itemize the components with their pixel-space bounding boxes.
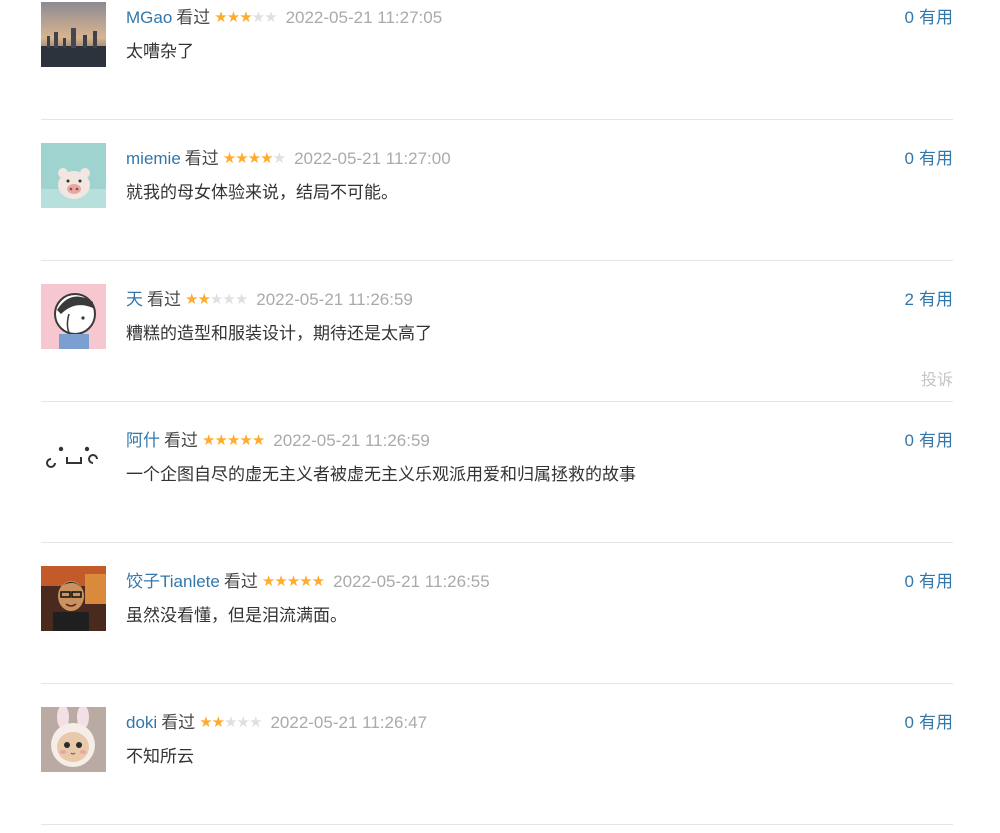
useful-button[interactable]: 有用 (919, 8, 953, 27)
vote-count: 0 (904, 431, 914, 450)
rating-stars: ★ ★ ★ ★ ★ (199, 711, 262, 735)
star-icon: ★ (236, 714, 250, 731)
vote-area: 0 有用 (905, 570, 953, 594)
username-link[interactable]: 天 (126, 288, 143, 312)
comment-list: MGao 看过 ★ ★ ★ ★ ★ 2022-05-21 11:27:05 0 有用 太嘈… (0, 0, 1000, 833)
star-icon: ★ (224, 714, 237, 731)
star-icon: ★ (214, 9, 227, 26)
avatar[interactable] (41, 425, 106, 490)
comment-text: 不知所云 (126, 747, 194, 766)
comment-meta: MGao 看过 ★ ★ ★ ★ ★ 2022-05-21 11:27:05 (126, 6, 442, 30)
username-link[interactable]: MGao (126, 6, 172, 30)
star-icon: ★ (202, 432, 215, 449)
comment-text: 糟糕的造型和服装设计，期待还是太高了 (126, 324, 432, 343)
avatar[interactable] (41, 707, 106, 772)
rating-stars: ★ ★ ★ ★ ★ (222, 147, 286, 171)
comment-time: 2022-05-21 11:26:55 (333, 572, 490, 591)
star-icon: ★ (247, 150, 261, 167)
vote-count: 2 (904, 290, 914, 309)
comment-text: 太嘈杂了 (126, 42, 194, 61)
watched-label: 看过 (164, 431, 198, 450)
star-icon: ★ (211, 714, 225, 731)
comment-meta: 饺子Tianlete 看过 ★ ★ ★ ★ ★ 2022-05-21 11:26:55 (126, 570, 490, 594)
comment-meta: doki 看过 ★ ★ ★ ★ ★ 2022-05-21 11:26:47 (126, 711, 427, 735)
star-icon: ★ (234, 291, 248, 308)
comment-item: 饺子Tianlete 看过 ★ ★ ★ ★ ★ 2022-05-21 11:26:55 … (41, 543, 953, 684)
star-icon: ★ (251, 9, 265, 26)
comment-time: 2022-05-21 11:27:00 (294, 149, 451, 168)
comment-time: 2022-05-21 11:26:59 (273, 431, 430, 450)
comment-text: 就我的母女体验来说，结局不可能。 (126, 183, 398, 202)
star-icon: ★ (251, 432, 265, 449)
comment-text: 一个企图自尽的虚无主义者被虚无主义乐观派用爱和归属拯救的故事 (126, 465, 636, 484)
comment-meta: miemie 看过 ★ ★ ★ ★ ★ 2022-05-21 11:27:00 (126, 147, 451, 171)
watched-label: 看过 (147, 290, 181, 309)
comment-meta: 天 看过 ★ ★ ★ ★ ★ 2022-05-21 11:26:59 (126, 288, 413, 312)
vote-area: 0 有用 (905, 429, 953, 453)
comment-item: miemie 看过 ★ ★ ★ ★ ★ 2022-05-21 11:27:00 0 有用 … (41, 120, 953, 261)
star-icon: ★ (226, 432, 240, 449)
watched-label: 看过 (223, 572, 258, 591)
star-icon: ★ (239, 9, 252, 26)
useful-button[interactable]: 有用 (919, 149, 953, 168)
useful-button[interactable]: 有用 (919, 290, 953, 309)
rating-stars: ★ ★ ★ ★ ★ (261, 570, 325, 594)
comment-meta: 阿什 看过 ★ ★ ★ ★ ★ 2022-05-21 11:26:59 (126, 429, 430, 453)
comment-item: 天 看过 ★ ★ ★ ★ ★ 2022-05-21 11:26:59 2 有用 糟糕的造型… (41, 261, 953, 402)
vote-area: 0 有用 (905, 147, 953, 171)
star-icon: ★ (299, 573, 312, 590)
vote-area: 2 有用 (905, 288, 953, 312)
avatar[interactable] (41, 284, 106, 349)
useful-button[interactable]: 有用 (919, 713, 953, 732)
star-icon: ★ (235, 150, 248, 167)
username-link[interactable]: 饺子Tianlete (126, 570, 220, 594)
useful-button[interactable]: 有用 (919, 572, 953, 591)
vote-count: 0 (904, 572, 914, 591)
star-icon: ★ (214, 432, 227, 449)
username-link[interactable]: doki (126, 711, 157, 735)
star-icon: ★ (272, 150, 286, 167)
star-icon: ★ (260, 150, 273, 167)
star-icon: ★ (226, 9, 240, 26)
report-link[interactable]: 投诉 (921, 370, 953, 392)
avatar[interactable] (41, 2, 106, 67)
star-icon: ★ (286, 573, 300, 590)
rating-stars: ★ ★ ★ ★ ★ (185, 288, 248, 312)
star-icon: ★ (197, 291, 210, 308)
vote-count: 0 (904, 149, 914, 168)
watched-label: 看过 (184, 149, 219, 168)
comment-item: MGao 看过 ★ ★ ★ ★ ★ 2022-05-21 11:27:05 0 有用 太嘈… (41, 0, 953, 120)
vote-count: 0 (904, 8, 914, 27)
star-icon: ★ (264, 9, 277, 26)
useful-button[interactable]: 有用 (919, 431, 953, 450)
star-icon: ★ (185, 291, 198, 308)
rating-stars: ★ ★ ★ ★ ★ (202, 429, 265, 453)
star-icon: ★ (261, 573, 275, 590)
watched-label: 看过 (176, 8, 211, 27)
star-icon: ★ (209, 291, 223, 308)
watched-label: 看过 (161, 713, 196, 732)
comment-text: 虽然没看懂，但是泪流满面。 (126, 606, 347, 625)
username-link[interactable]: 阿什 (126, 429, 160, 453)
comment-time: 2022-05-21 11:26:59 (256, 290, 413, 309)
vote-area: 0 有用 (905, 6, 953, 30)
comment-time: 2022-05-21 11:26:47 (270, 713, 428, 732)
star-icon: ★ (274, 573, 287, 590)
star-icon: ★ (311, 573, 325, 590)
avatar[interactable] (41, 143, 106, 208)
username-link[interactable]: miemie (126, 147, 181, 171)
comment-time: 2022-05-21 11:27:05 (285, 8, 443, 27)
star-icon: ★ (239, 432, 252, 449)
comment-item: doki 看过 ★ ★ ★ ★ ★ 2022-05-21 11:26:47 0 有用 不知… (41, 684, 953, 825)
star-icon: ★ (222, 150, 236, 167)
star-icon: ★ (222, 291, 235, 308)
vote-area: 0 有用 (905, 711, 953, 735)
star-icon: ★ (199, 714, 212, 731)
vote-count: 0 (904, 713, 914, 732)
star-icon: ★ (249, 714, 262, 731)
comment-item: 阿什 看过 ★ ★ ★ ★ ★ 2022-05-21 11:26:59 0 有用 一个企图… (41, 402, 953, 543)
avatar[interactable] (41, 566, 106, 631)
rating-stars: ★ ★ ★ ★ ★ (214, 6, 277, 30)
